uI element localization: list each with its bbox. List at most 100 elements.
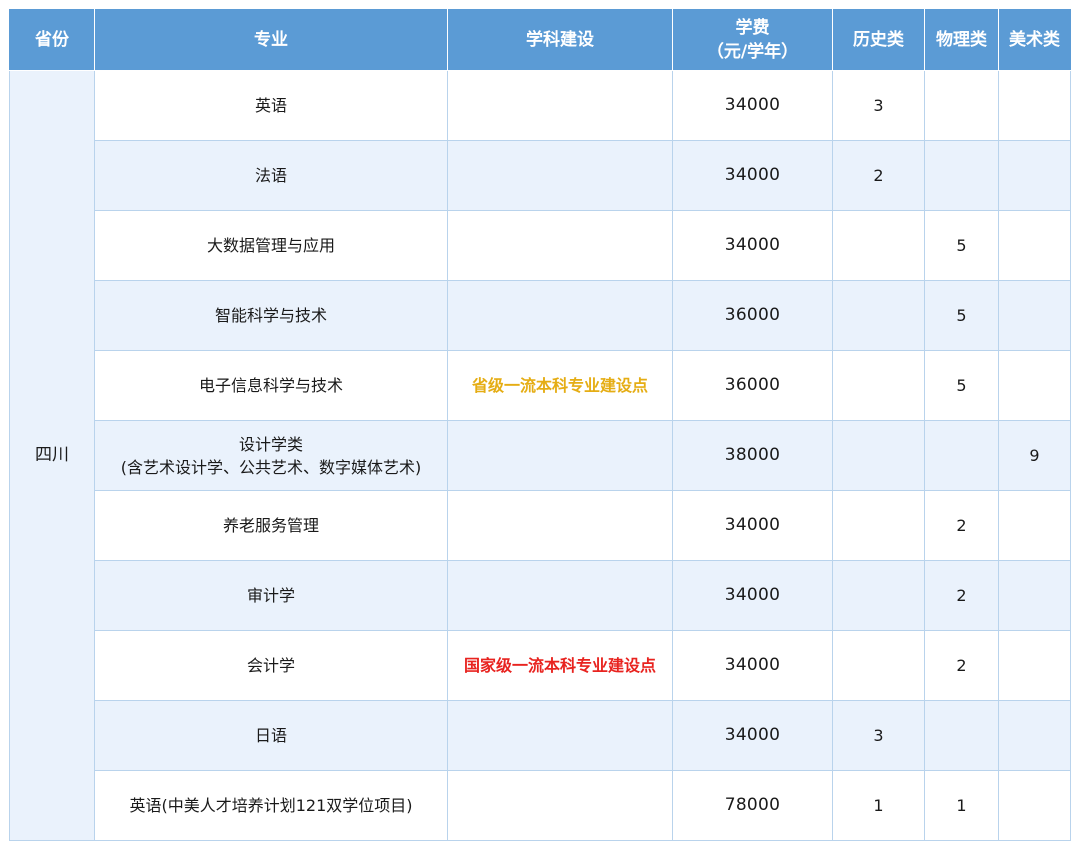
- table-row: 大数据管理与应用 34000 5: [10, 210, 1071, 281]
- discipline-cell: [447, 140, 673, 211]
- major-name: 电子信息科学与技术: [198, 376, 343, 395]
- header-fee-line1: 学费: [735, 18, 770, 38]
- art-cell: 9: [998, 420, 1071, 491]
- physics-cell: 2: [924, 560, 999, 631]
- discipline-cell-provincial: 省级一流本科专业建设点: [447, 350, 673, 421]
- physics-cell: [924, 700, 999, 771]
- major-cell: 智能科学与技术: [94, 280, 448, 351]
- history-cell: [832, 420, 925, 491]
- table-row: 英语(中美人才培养计划121双学位项目) 78000 1 1: [10, 770, 1071, 841]
- header-discipline: 学科建设: [447, 9, 673, 71]
- art-cell: [998, 350, 1071, 421]
- table-header: 省份 专业 学科建设 学费 （元/学年） 历史类 物理类 美术类: [9, 9, 1071, 71]
- discipline-cell: [447, 420, 673, 491]
- art-cell: [998, 140, 1071, 211]
- history-cell: 1: [832, 770, 925, 841]
- history-cell: [832, 490, 925, 561]
- major-name: 设计学类: [238, 434, 303, 454]
- major-name: 日语: [254, 726, 287, 745]
- history-cell: [832, 280, 925, 351]
- art-cell: [998, 280, 1071, 351]
- discipline-cell: [447, 490, 673, 561]
- table-row: 养老服务管理 34000 2: [10, 490, 1071, 561]
- table-row: 四川 英语 34000 3: [9, 70, 1071, 841]
- table-row: 智能科学与技术 36000 5: [10, 280, 1071, 351]
- major-name: 会计学: [246, 656, 295, 675]
- table-row: 法语 34000 2: [10, 140, 1071, 211]
- discipline-cell-national: 国家级一流本科专业建设点: [447, 630, 673, 701]
- physics-cell: 5: [924, 210, 999, 281]
- header-major: 专业: [94, 9, 448, 71]
- major-name: 英语(中美人才培养计划121双学位项目): [129, 796, 413, 815]
- table-body: 四川 英语 34000 3 法语 34000 2 大数据管理与应用 34000 …: [9, 70, 1071, 841]
- art-cell: [998, 210, 1071, 281]
- fee-cell: 34000: [672, 70, 833, 141]
- major-cell: 设计学类 (含艺术设计学、公共艺术、数字媒体艺术): [94, 420, 448, 491]
- header-fee: 学费 （元/学年）: [672, 9, 833, 71]
- major-name: 大数据管理与应用: [206, 236, 335, 255]
- major-name: 法语: [254, 166, 287, 185]
- fee-cell: 78000: [672, 770, 833, 841]
- discipline-cell: [447, 700, 673, 771]
- physics-cell: [924, 70, 999, 141]
- physics-cell: 5: [924, 350, 999, 421]
- discipline-cell: [447, 280, 673, 351]
- fee-cell: 34000: [672, 490, 833, 561]
- art-cell: [998, 490, 1071, 561]
- table-row: 电子信息科学与技术 省级一流本科专业建设点 36000 5: [10, 350, 1071, 421]
- fee-cell: 34000: [672, 560, 833, 631]
- header-province: 省份: [9, 9, 95, 71]
- major-cell: 养老服务管理: [94, 490, 448, 561]
- header-physics: 物理类: [924, 9, 999, 71]
- physics-cell: [924, 420, 999, 491]
- physics-cell: [924, 140, 999, 211]
- physics-cell: 2: [924, 630, 999, 701]
- admission-table-container: 省份 专业 学科建设 学费 （元/学年） 历史类 物理类 美术类 四川 英语 3…: [9, 9, 1071, 841]
- major-name: 审计学: [246, 586, 295, 605]
- table-row: 会计学 国家级一流本科专业建设点 34000 2: [10, 630, 1071, 701]
- major-cell: 会计学: [94, 630, 448, 701]
- history-cell: [832, 350, 925, 421]
- history-cell: [832, 210, 925, 281]
- discipline-cell: [447, 560, 673, 631]
- art-cell: [998, 70, 1071, 141]
- fee-cell: 34000: [672, 140, 833, 211]
- fee-cell: 36000: [672, 280, 833, 351]
- header-fee-line2: （元/学年）: [706, 42, 799, 62]
- major-name: 英语: [254, 96, 287, 115]
- history-cell: [832, 560, 925, 631]
- header-art: 美术类: [998, 9, 1071, 71]
- physics-cell: 5: [924, 280, 999, 351]
- discipline-cell: [447, 210, 673, 281]
- discipline-cell: [447, 770, 673, 841]
- header-row: 省份 专业 学科建设 学费 （元/学年） 历史类 物理类 美术类: [9, 9, 1071, 71]
- history-cell: 3: [832, 70, 925, 141]
- major-cell: 法语: [94, 140, 448, 211]
- physics-cell: 2: [924, 490, 999, 561]
- fee-cell: 34000: [672, 210, 833, 281]
- art-cell: [998, 630, 1071, 701]
- fee-cell: 34000: [672, 700, 833, 771]
- art-cell: [998, 700, 1071, 771]
- major-cell: 英语: [94, 70, 448, 141]
- history-cell: [832, 630, 925, 701]
- admission-table: 省份 专业 学科建设 学费 （元/学年） 历史类 物理类 美术类 四川 英语 3…: [9, 9, 1071, 841]
- major-name: 养老服务管理: [222, 516, 319, 535]
- art-cell: [998, 560, 1071, 631]
- history-cell: 2: [832, 140, 925, 211]
- table-row: 审计学 34000 2: [10, 560, 1071, 631]
- discipline-cell: [447, 70, 673, 141]
- fee-cell: 36000: [672, 350, 833, 421]
- major-cell: 电子信息科学与技术: [94, 350, 448, 421]
- major-cell: 审计学: [94, 560, 448, 631]
- physics-cell: 1: [924, 770, 999, 841]
- major-cell: 日语: [94, 700, 448, 771]
- major-cell: 大数据管理与应用: [94, 210, 448, 281]
- history-cell: 3: [832, 700, 925, 771]
- major-name: 智能科学与技术: [214, 306, 327, 325]
- table-row: 日语 34000 3: [10, 700, 1071, 771]
- art-cell: [998, 770, 1071, 841]
- header-history: 历史类: [832, 9, 925, 71]
- major-note: (含艺术设计学、公共艺术、数字媒体艺术): [120, 457, 422, 477]
- fee-cell: 34000: [672, 630, 833, 701]
